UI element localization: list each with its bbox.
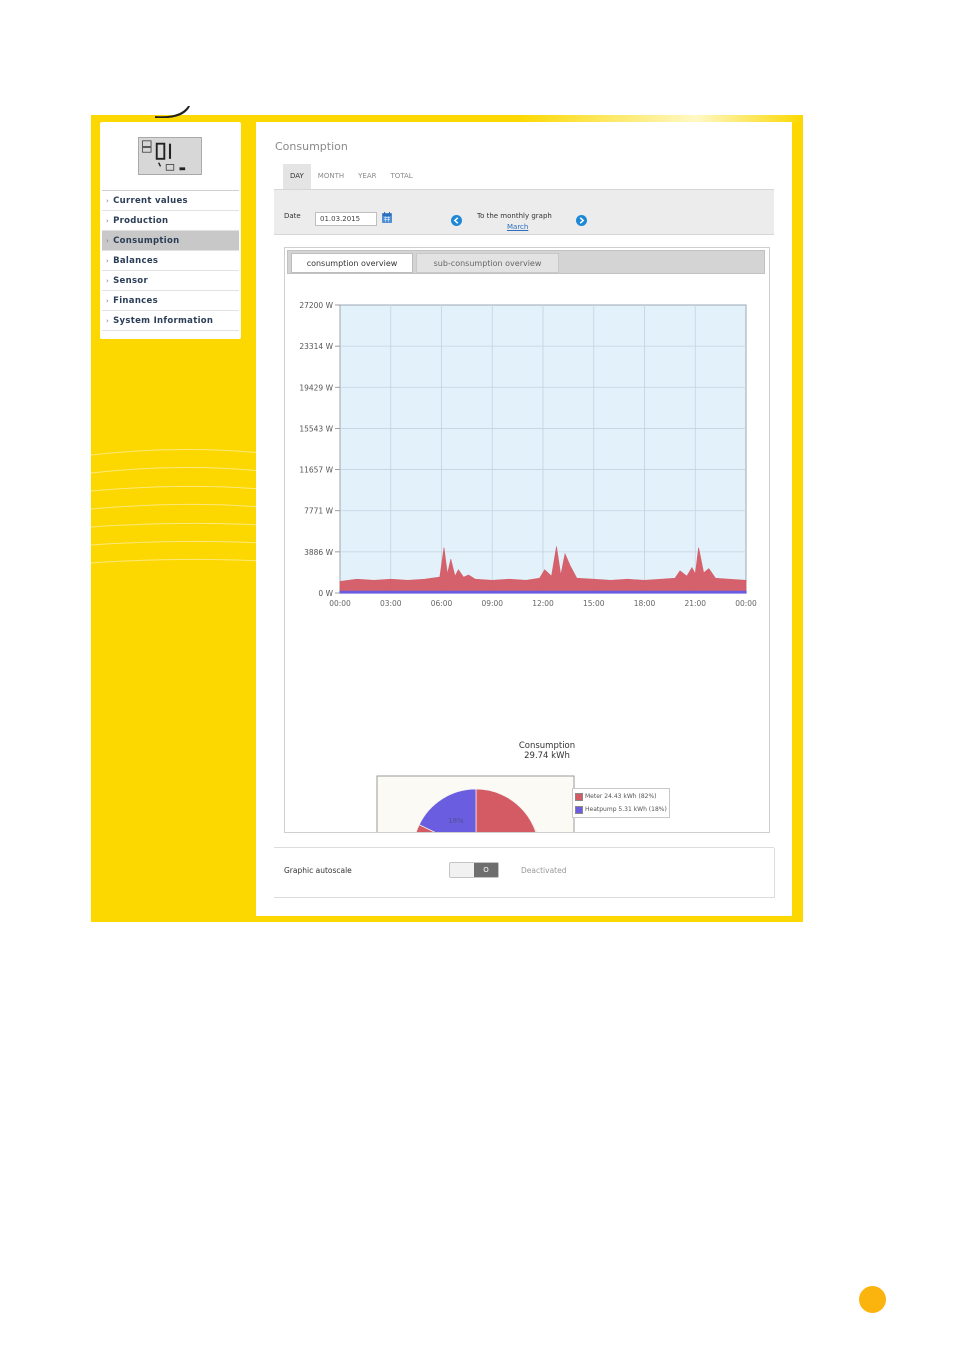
sidebar: › Current values › Production › Consumption… xyxy=(100,122,241,339)
legend-label-meter: Meter 24.43 kWh (82%) xyxy=(585,793,657,800)
y-tick-label: 0 W xyxy=(318,589,333,598)
x-tick-label: 15:00 xyxy=(583,599,605,608)
arrow-left-icon[interactable] xyxy=(451,215,462,226)
chevron-right-icon: › xyxy=(106,217,110,225)
pie-slice-label: 18% xyxy=(448,817,464,825)
pie-legend: Meter 24.43 kWh (82%) Heatpump 5.31 kWh … xyxy=(572,788,670,818)
section-bottom-border xyxy=(274,897,774,898)
y-tick-label: 23314 W xyxy=(299,342,333,351)
date-toolbar: Date 01.03.2015 To the monthly graph Mar… xyxy=(274,189,774,235)
x-tick-label: 12:00 xyxy=(532,599,554,608)
y-tick-label: 27200 W xyxy=(299,301,333,310)
legend-item-meter: Meter 24.43 kWh (82%) xyxy=(575,790,667,803)
chevron-right-icon: › xyxy=(106,197,110,205)
section-divider xyxy=(274,847,774,848)
x-tick-label: 06:00 xyxy=(431,599,453,608)
y-tick-label: 3886 W xyxy=(304,548,333,557)
sidebar-item-sensor[interactable]: › Sensor xyxy=(102,271,239,291)
autoscale-status: Deactivated xyxy=(521,866,567,875)
calendar-icon[interactable] xyxy=(382,212,392,223)
chart-total: 29.74 kWh xyxy=(524,751,570,761)
y-tick-label: 19429 W xyxy=(299,383,333,392)
sidebar-item-system-information[interactable]: › System Information xyxy=(102,311,239,331)
logo-fragment xyxy=(155,106,190,118)
y-tick-label: 7771 W xyxy=(304,507,333,516)
sidebar-item-production[interactable]: › Production xyxy=(102,211,239,231)
date-label: Date xyxy=(284,212,301,220)
arrow-right-icon[interactable] xyxy=(576,215,587,226)
x-tick-label: 00:00 xyxy=(329,599,351,608)
tab-day[interactable]: DAY xyxy=(283,164,311,189)
monthly-graph-link[interactable]: March xyxy=(507,223,528,231)
x-tick-label: 03:00 xyxy=(380,599,402,608)
page-marker-dot xyxy=(859,1286,886,1313)
main-panel: Consumption DAY MONTH YEAR TOTAL Date 01… xyxy=(256,122,792,916)
sidebar-item-balances[interactable]: › Balances xyxy=(102,251,239,271)
legend-item-heatpump: Heatpump 5.31 kWh (18%) xyxy=(575,803,667,816)
section-right-border xyxy=(774,848,775,898)
chevron-right-icon: › xyxy=(106,297,110,305)
legend-swatch-meter xyxy=(575,792,583,801)
sidebar-item-current-values[interactable]: › Current values xyxy=(102,191,239,211)
chevron-right-icon: › xyxy=(106,237,110,245)
legend-swatch-heatpump xyxy=(575,805,583,814)
autoscale-label: Graphic autoscale xyxy=(284,866,352,875)
tab-year[interactable]: YEAR xyxy=(351,164,383,189)
tab-total[interactable]: TOTAL xyxy=(383,164,419,189)
x-tick-label: 00:00 xyxy=(735,599,757,608)
y-tick-label: 11657 W xyxy=(299,466,333,475)
lcd-display-icon xyxy=(138,137,202,175)
chart-title: Consumption xyxy=(518,741,576,751)
page-title: Consumption xyxy=(275,140,348,153)
sidebar-item-consumption[interactable]: › Consumption xyxy=(102,231,239,251)
sidebar-item-finances[interactable]: › Finances xyxy=(102,291,239,311)
period-tabs: DAY MONTH YEAR TOTAL xyxy=(283,164,420,189)
chevron-right-icon: › xyxy=(106,317,110,325)
tab-month[interactable]: MONTH xyxy=(311,164,351,189)
chevron-right-icon: › xyxy=(106,257,110,265)
legend-label-heatpump: Heatpump 5.31 kWh (18%) xyxy=(585,806,667,813)
x-tick-label: 09:00 xyxy=(481,599,503,608)
chart-container: consumption overview sub-consumption ove… xyxy=(284,247,770,833)
x-tick-label: 18:00 xyxy=(634,599,656,608)
sidebar-nav: › Current values › Production › Consumption… xyxy=(102,190,239,331)
series-area-heatpump xyxy=(339,590,747,594)
toggle-knob: O xyxy=(474,863,498,877)
chevron-right-icon: › xyxy=(106,277,110,285)
x-tick-label: 21:00 xyxy=(684,599,706,608)
date-input[interactable]: 01.03.2015 xyxy=(315,212,377,226)
monthly-graph-label: To the monthly graph xyxy=(477,212,552,220)
y-tick-label: 15543 W xyxy=(299,424,333,433)
chart-caption: Consumption 29.74 kWh xyxy=(497,741,597,761)
decorative-lines xyxy=(91,448,261,564)
autoscale-toggle[interactable]: O xyxy=(449,862,499,878)
